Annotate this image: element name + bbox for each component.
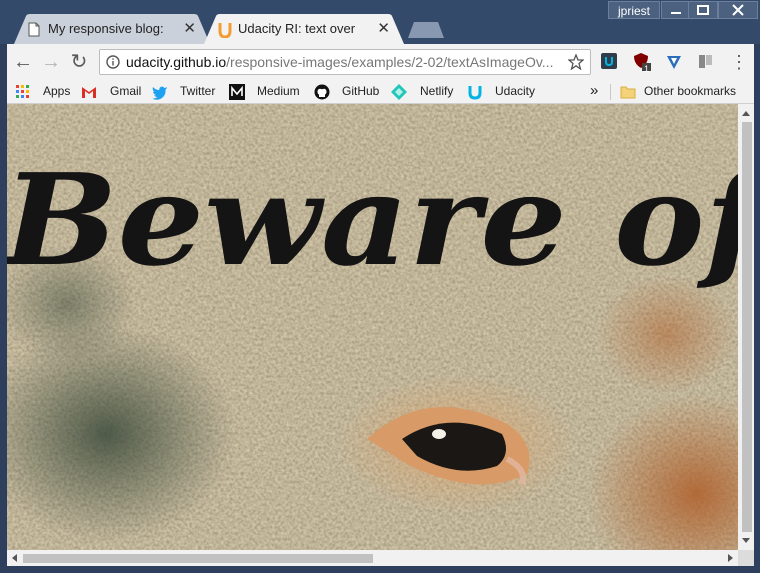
url-path: /responsive-images/examples/2-02/textAsI… bbox=[226, 54, 554, 70]
bookmark-star-icon[interactable] bbox=[568, 54, 584, 70]
new-tab-button[interactable] bbox=[408, 22, 444, 38]
bookmarks-bar: Apps Gmail Twitter Medium GitHub Netlify bbox=[7, 80, 754, 104]
menu-button[interactable]: ⋮ bbox=[727, 50, 751, 74]
gmail-icon bbox=[82, 87, 96, 98]
udacity-extension-icon[interactable] bbox=[601, 53, 619, 71]
document-icon bbox=[28, 22, 40, 37]
bookmarks-divider bbox=[610, 84, 611, 100]
minimize-button[interactable] bbox=[661, 1, 691, 19]
tab-label: Udacity RI: text over imag bbox=[238, 21, 358, 36]
title-bar: My responsive blog: pictu ✕ Udacity RI: … bbox=[0, 0, 760, 44]
tab-my-responsive-blog[interactable]: My responsive blog: pictu ✕ bbox=[14, 14, 210, 44]
bookmark-label: Udacity bbox=[495, 84, 536, 98]
image-heading-text: Beware of bbox=[7, 146, 738, 294]
forward-button[interactable]: → bbox=[39, 50, 63, 74]
profile-button[interactable]: jpriest bbox=[608, 1, 660, 19]
horizontal-scrollbar-track bbox=[12, 554, 733, 563]
squirrel-photo: Beware of bbox=[7, 104, 738, 550]
github-icon bbox=[314, 84, 330, 100]
tab-udacity-ri[interactable]: Udacity RI: text over imag ✕ bbox=[204, 14, 404, 44]
maximize-icon bbox=[697, 5, 709, 15]
browser-toolbar: ← → ↻ udacity.github.io/responsive-image… bbox=[7, 44, 754, 80]
reload-button[interactable]: ↻ bbox=[67, 50, 91, 74]
reading-list-icon[interactable] bbox=[697, 53, 715, 71]
bookmark-label: GitHub bbox=[342, 84, 380, 98]
back-button[interactable]: ← bbox=[11, 50, 35, 74]
apps-grid-icon bbox=[16, 85, 29, 98]
udacity-icon bbox=[468, 86, 482, 100]
medium-icon bbox=[229, 84, 245, 100]
ublock-badge: 1 bbox=[644, 64, 650, 74]
maximize-button[interactable] bbox=[688, 1, 718, 19]
twitter-icon bbox=[152, 86, 167, 100]
minimize-icon bbox=[671, 12, 681, 14]
bookmark-label: Apps bbox=[43, 84, 71, 98]
bookmark-label: Gmail bbox=[110, 84, 142, 98]
url-text[interactable]: udacity.github.io/responsive-images/exam… bbox=[126, 50, 556, 74]
tab-label: My responsive blog: pictu bbox=[48, 21, 168, 36]
bookmark-label: Twitter bbox=[180, 84, 216, 98]
address-bar[interactable]: udacity.github.io/responsive-images/exam… bbox=[99, 49, 591, 75]
folder-icon bbox=[620, 86, 636, 99]
scrollbar-corner bbox=[738, 550, 754, 566]
vertical-scrollbar[interactable] bbox=[738, 104, 754, 550]
page-viewport[interactable]: Beware of bbox=[7, 104, 738, 550]
other-bookmarks-label: Other bookmarks bbox=[644, 84, 737, 98]
close-window-button[interactable] bbox=[718, 1, 758, 19]
bookmark-label: Netlify bbox=[420, 84, 454, 98]
close-icon bbox=[732, 4, 744, 16]
netlify-icon bbox=[391, 84, 407, 100]
close-tab-icon[interactable]: ✕ bbox=[377, 14, 390, 44]
bookmarks-overflow-button[interactable]: » bbox=[590, 80, 598, 104]
window-bottom-border bbox=[0, 566, 760, 573]
close-tab-icon[interactable]: ✕ bbox=[183, 14, 196, 44]
url-host: udacity.github.io bbox=[126, 54, 227, 70]
vertical-scrollbar-track bbox=[742, 111, 752, 543]
horizontal-scrollbar[interactable] bbox=[7, 550, 738, 566]
vpn-icon[interactable] bbox=[665, 53, 683, 71]
bookmark-label: Medium bbox=[257, 84, 300, 98]
info-icon[interactable] bbox=[106, 55, 120, 69]
udacity-u-icon bbox=[218, 23, 232, 38]
